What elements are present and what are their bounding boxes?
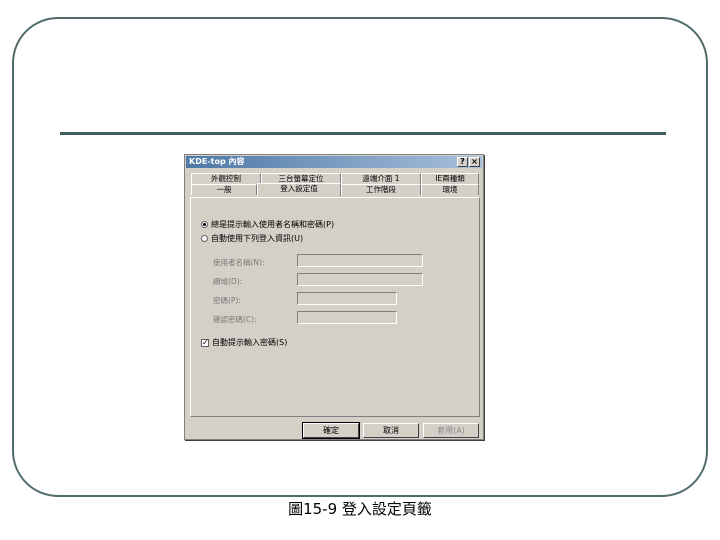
- domain-label: 網域(D):: [213, 277, 243, 286]
- ok-button[interactable]: 確定: [302, 422, 360, 439]
- auto-prompt-check-row[interactable]: ✓ 自動提示輸入密碼(S): [201, 337, 287, 348]
- username-field[interactable]: [297, 254, 423, 267]
- tab-login-settings[interactable]: 登入設定值: [257, 183, 341, 196]
- tab-general[interactable]: 一般: [191, 184, 257, 195]
- apply-button[interactable]: 套用(A): [423, 423, 479, 438]
- radio-auto-row[interactable]: 自動使用下列登入資訊(U): [201, 233, 303, 244]
- radio-prompt[interactable]: [201, 221, 208, 228]
- dialog-titlebar[interactable]: KDE-top 內容 ? ×: [186, 156, 482, 168]
- figure-caption: 圖15-9 登入設定頁籤: [288, 500, 432, 518]
- tab-remote[interactable]: 遠端介面 1: [341, 173, 421, 184]
- slide-divider: [60, 132, 666, 135]
- tab-ie[interactable]: IE兩種類: [421, 173, 479, 184]
- tab-panel: [190, 197, 480, 417]
- auto-prompt-label: 自動提示輸入密碼(S): [212, 338, 288, 347]
- radio-auto[interactable]: [201, 235, 208, 242]
- close-button[interactable]: ×: [469, 157, 480, 167]
- password-field[interactable]: [297, 292, 397, 305]
- tab-appearance[interactable]: 外觀控制: [191, 173, 261, 184]
- radio-prompt-row[interactable]: 總是提示輸入使用者名稱和密碼(P): [201, 219, 334, 230]
- cancel-button[interactable]: 取消: [363, 423, 419, 438]
- confirm-password-field[interactable]: [297, 311, 397, 324]
- tab-session[interactable]: 工作階段: [341, 184, 421, 195]
- username-label: 使用者名稱(N):: [213, 258, 265, 267]
- password-label: 密碼(P):: [213, 296, 241, 305]
- help-button[interactable]: ?: [457, 157, 468, 167]
- radio-auto-label: 自動使用下列登入資訊(U): [211, 234, 304, 243]
- auto-prompt-checkbox[interactable]: ✓: [201, 338, 209, 347]
- dialog-title: KDE-top 內容: [189, 157, 245, 166]
- confirm-password-label: 確認密碼(C):: [213, 315, 257, 324]
- tab-environment[interactable]: 環境: [421, 184, 479, 195]
- domain-field[interactable]: [297, 273, 423, 286]
- properties-dialog: KDE-top 內容 ? × 外觀控制 三台螢幕定位 遠端介面 1 IE兩種類 …: [184, 154, 484, 440]
- radio-prompt-label: 總是提示輸入使用者名稱和密碼(P): [211, 220, 335, 229]
